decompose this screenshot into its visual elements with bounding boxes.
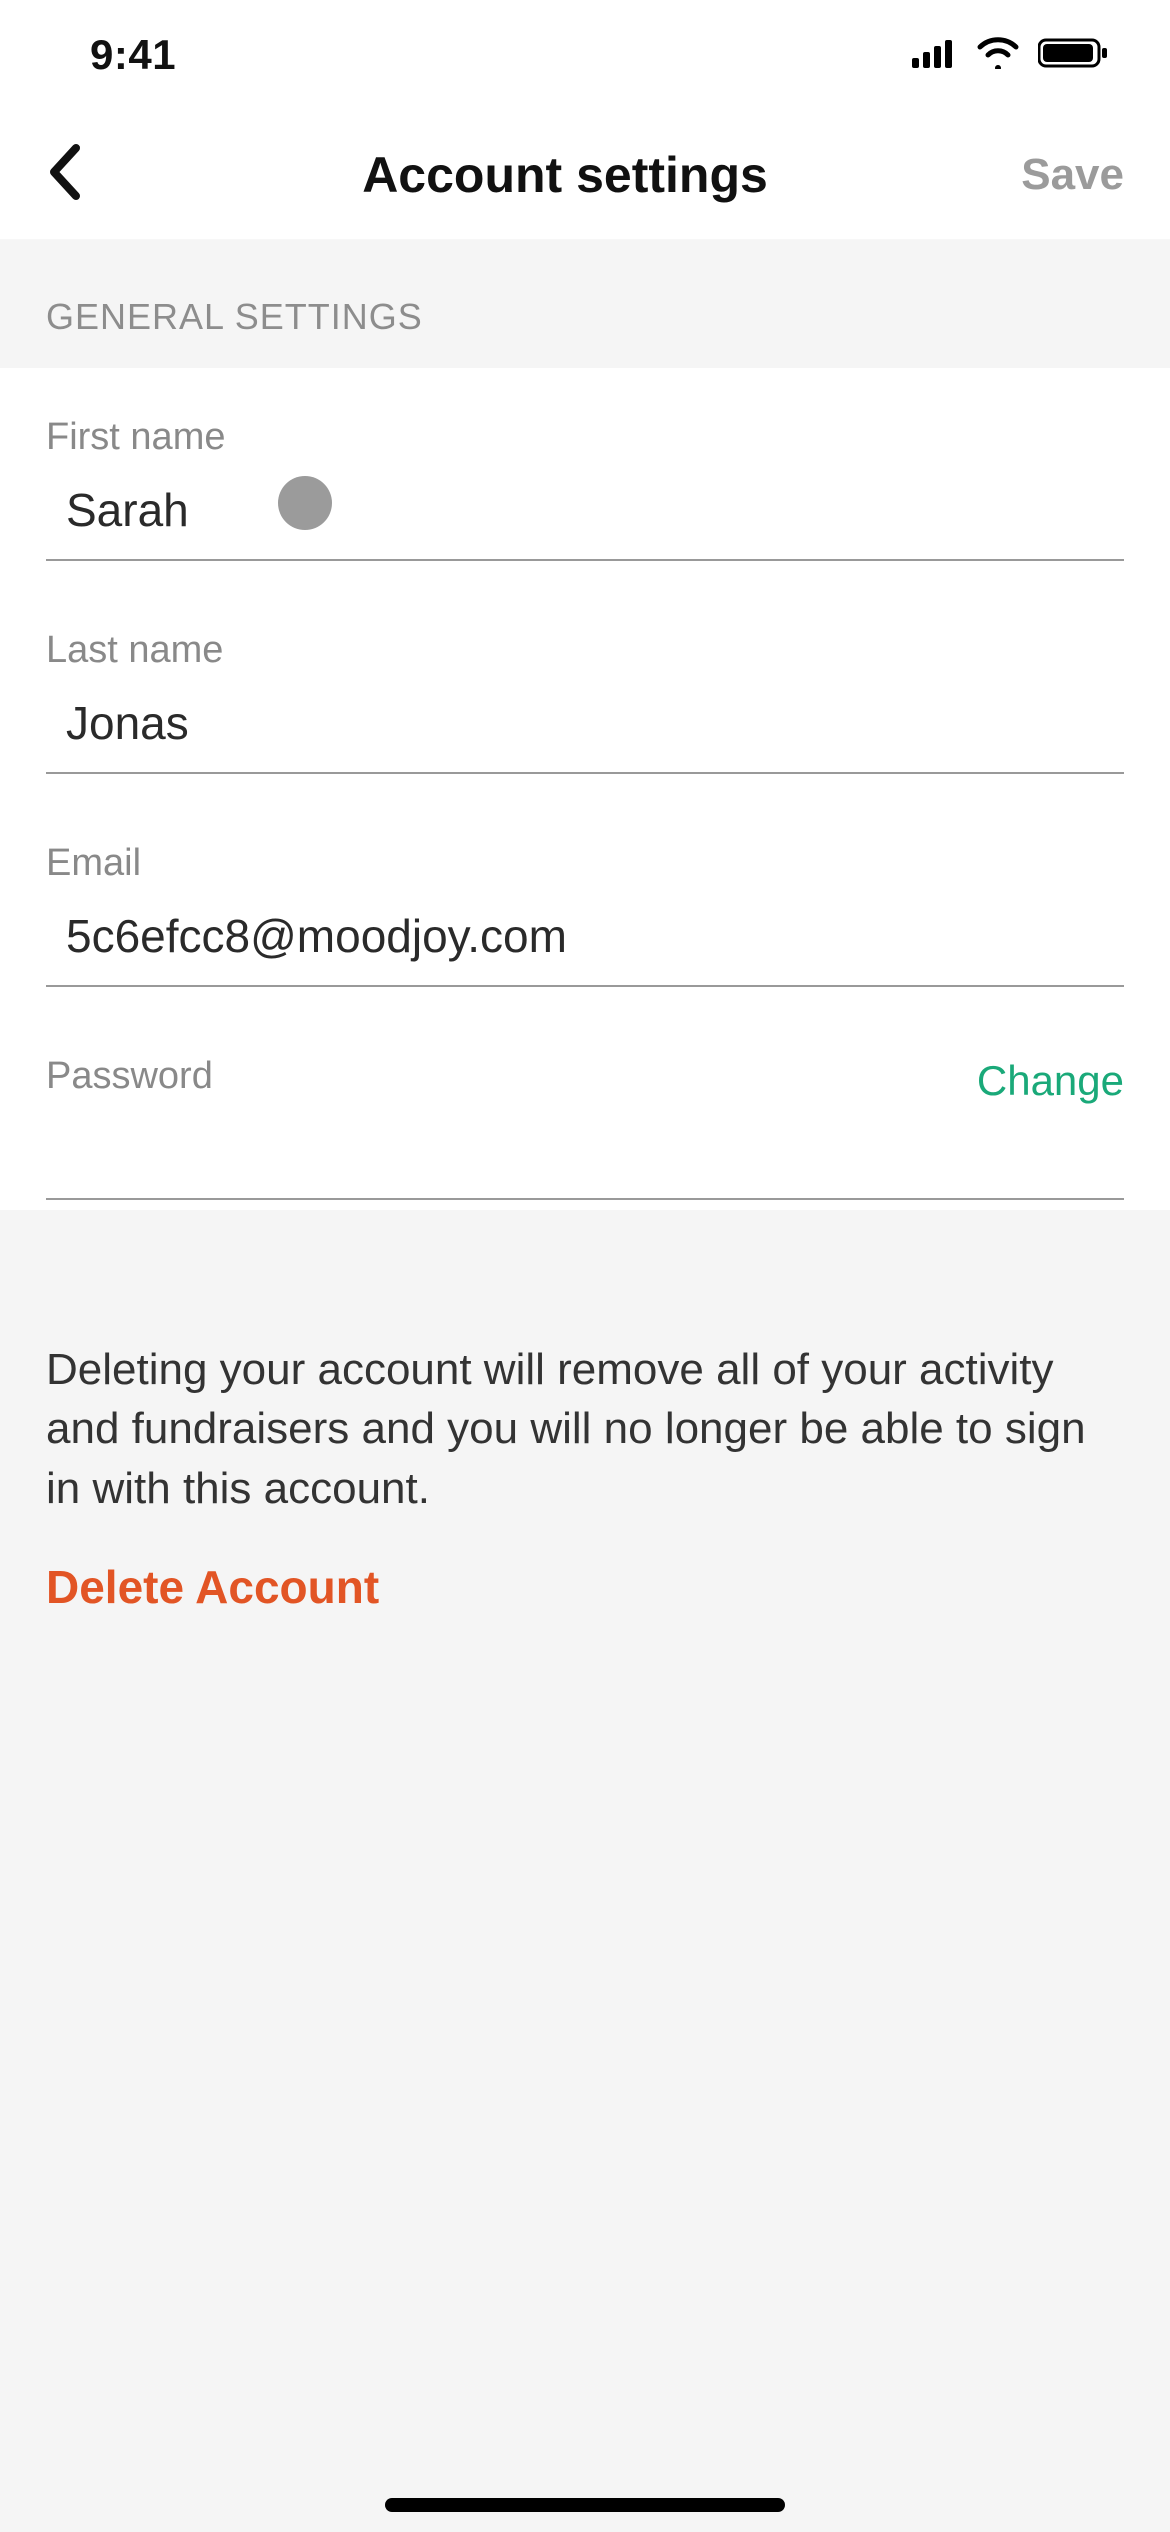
first-name-input[interactable] [46, 483, 1124, 559]
wifi-icon [976, 37, 1020, 74]
status-time: 9:41 [90, 31, 176, 79]
section-header-general: GENERAL SETTINGS [0, 240, 1170, 368]
last-name-field: Last name [46, 609, 1124, 774]
delete-account-button[interactable]: Delete Account [46, 1561, 379, 1613]
last-name-label: Last name [46, 629, 1124, 672]
status-icons [912, 37, 1110, 74]
page-title: Account settings [166, 146, 964, 204]
cellular-icon [912, 38, 958, 73]
status-bar: 9:41 [0, 0, 1170, 110]
home-indicator[interactable] [385, 2498, 785, 2512]
chevron-left-icon [46, 144, 82, 205]
delete-account-description: Deleting your account will remove all of… [46, 1340, 1124, 1518]
first-name-field: First name [46, 396, 1124, 561]
password-label: Password [46, 1055, 213, 1098]
battery-icon [1038, 37, 1110, 74]
general-settings-form: First name Last name Email Password Chan… [0, 368, 1170, 1210]
delete-account-section: Deleting your account will remove all of… [0, 1210, 1170, 1614]
first-name-label: First name [46, 416, 1124, 459]
email-input[interactable] [46, 909, 1124, 985]
nav-bar: Account settings Save [0, 110, 1170, 240]
last-name-input[interactable] [46, 696, 1124, 772]
email-field: Email [46, 822, 1124, 987]
email-label: Email [46, 842, 1124, 885]
change-password-link[interactable]: Change [977, 1057, 1124, 1105]
back-button[interactable] [46, 144, 166, 205]
password-field: Password Change [46, 1035, 1124, 1200]
password-input[interactable] [46, 1122, 1124, 1198]
save-button[interactable]: Save [1021, 150, 1124, 200]
